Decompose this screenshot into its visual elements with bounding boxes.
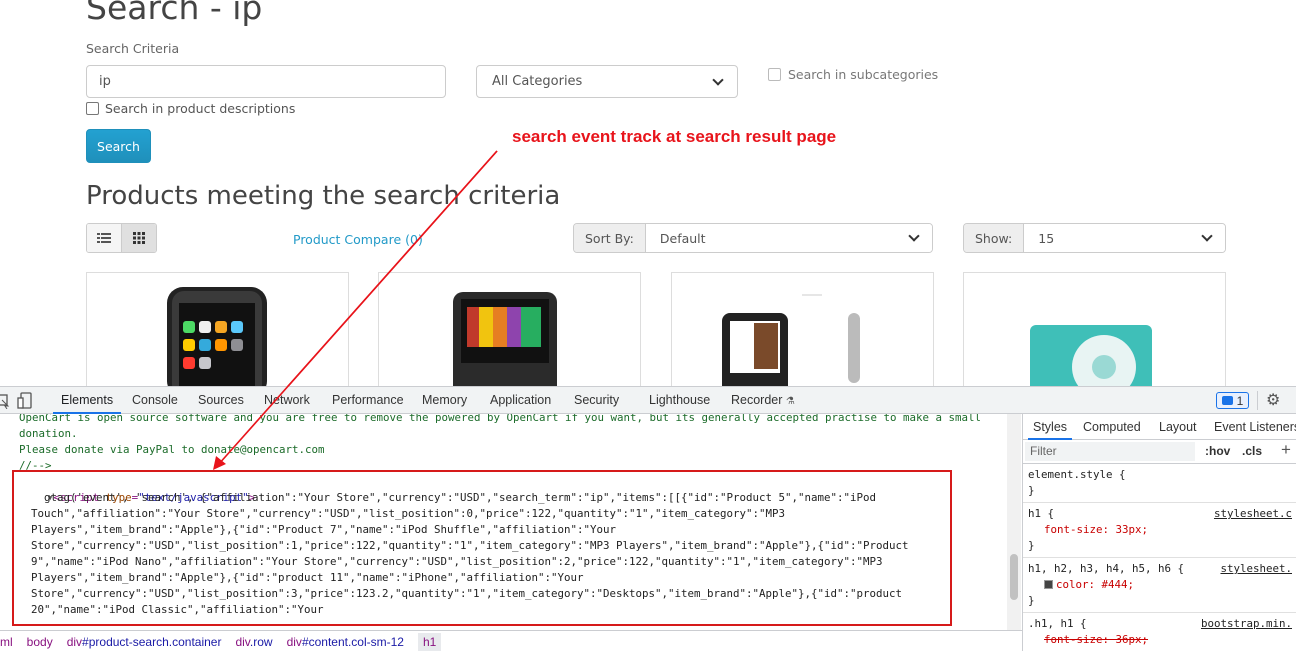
annotation-highlight-box	[12, 470, 952, 626]
issues-badge[interactable]: 1	[1216, 392, 1249, 409]
tab-memory[interactable]: Memory	[422, 387, 467, 414]
rule-end: }	[1028, 594, 1035, 607]
tab-layout[interactable]: Layout	[1159, 414, 1197, 440]
styles-pane: Styles Computed Layout Event Listeners F…	[1022, 414, 1296, 651]
tab-sources[interactable]: Sources	[198, 387, 244, 414]
gear-icon[interactable]: ⚙	[1266, 390, 1280, 410]
code-line: Please donate via PayPal to donate@openc…	[19, 443, 325, 456]
tab-recorder-label: Recorder	[731, 393, 783, 407]
plus-icon[interactable]: +	[1281, 440, 1291, 460]
filter-input[interactable]: Filter	[1025, 442, 1195, 461]
breadcrumb-item[interactable]: div.row	[235, 635, 272, 649]
tab-elements[interactable]: Elements	[53, 387, 122, 414]
inspect-icon[interactable]	[0, 393, 10, 409]
elements-scrollbar[interactable]	[1007, 414, 1021, 630]
annotation-arrow	[287, 150, 498, 386]
tab-recorder[interactable]: Recorder ⚗	[731, 387, 795, 414]
cls-toggle[interactable]: .cls	[1242, 444, 1262, 458]
styles-tab-bar: Styles Computed Layout Event Listeners	[1023, 414, 1296, 440]
rule-source-link[interactable]: stylesheet.	[1220, 561, 1292, 577]
tab-security[interactable]: Security	[574, 387, 619, 414]
rule-property[interactable]: color: #444;	[1028, 577, 1291, 593]
tab-network[interactable]: Network	[264, 387, 310, 414]
scrollbar-thumb[interactable]	[1010, 554, 1018, 600]
rule-source-link[interactable]: stylesheet.c	[1214, 506, 1292, 522]
issues-count: 1	[1236, 393, 1244, 408]
breadcrumb-item[interactable]: body	[27, 635, 53, 649]
color-swatch[interactable]	[1044, 580, 1053, 589]
rule-property-overridden[interactable]: font-size: 36px;	[1028, 632, 1291, 648]
tab-computed[interactable]: Computed	[1083, 414, 1141, 440]
breadcrumb-item[interactable]: ml	[0, 635, 13, 649]
tab-application[interactable]: Application	[490, 387, 551, 414]
rule-source-link[interactable]: bootstrap.min.	[1201, 616, 1292, 632]
code-line: OpenCart is open source software and you…	[19, 414, 982, 424]
code-line: donation.	[19, 427, 78, 440]
devtools-tab-bar: Elements Console Sources Network Perform…	[0, 387, 1296, 414]
device-toolbar-icon[interactable]	[17, 392, 33, 409]
breadcrumb-item[interactable]: div#content.col-sm-12	[287, 635, 404, 649]
tab-performance[interactable]: Performance	[332, 387, 404, 414]
tab-lighthouse[interactable]: Lighthouse	[649, 387, 710, 414]
tab-styles[interactable]: Styles	[1028, 414, 1073, 440]
flask-icon: ⚗	[785, 396, 795, 407]
search-results-page: Search - ip Search Criteria ip All Categ…	[0, 0, 1296, 386]
tab-console[interactable]: Console	[132, 387, 178, 414]
rule-selector: element.style {	[1028, 468, 1126, 481]
styles-filter-bar: Filter :hov .cls +	[1023, 440, 1296, 464]
message-icon	[1221, 396, 1233, 405]
breadcrumb-item[interactable]: div#product-search.container	[67, 635, 222, 649]
style-rule: h1, h2, h3, h4, h5, h6 { stylesheet. col…	[1023, 558, 1296, 613]
style-rule: h1 { stylesheet.c font-size: 33px; }	[1023, 503, 1296, 558]
style-rule: .h1, h1 { bootstrap.min. font-size: 36px…	[1023, 613, 1296, 651]
hov-toggle[interactable]: :hov	[1205, 444, 1230, 458]
style-rule: element.style { }	[1023, 464, 1296, 503]
breadcrumb: ml body div#product-search.container div…	[0, 630, 1022, 651]
rule-end: }	[1028, 484, 1035, 497]
tab-event-listeners[interactable]: Event Listeners	[1214, 414, 1296, 440]
breadcrumb-item-selected[interactable]: h1	[417, 632, 442, 651]
rule-property[interactable]: font-size: 33px;	[1028, 522, 1291, 538]
divider	[1257, 391, 1258, 410]
rule-end: }	[1028, 539, 1035, 552]
